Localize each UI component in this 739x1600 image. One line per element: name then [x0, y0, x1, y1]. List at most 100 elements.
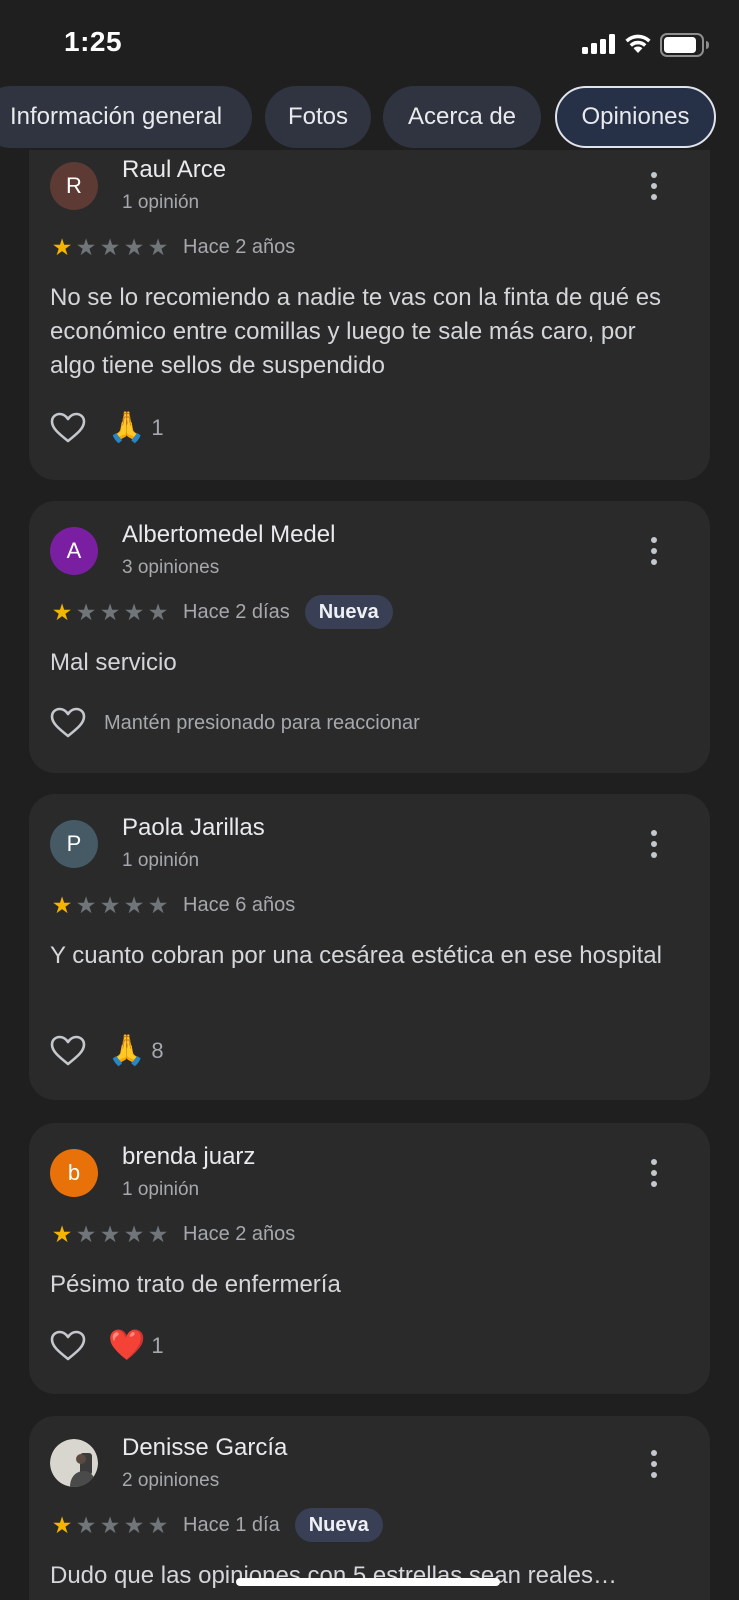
status-time: 1:25 — [64, 26, 123, 57]
star-empty-icon: ★ — [75, 1512, 97, 1538]
star-empty-icon: ★ — [147, 234, 169, 260]
star-empty-icon: ★ — [99, 599, 121, 625]
star-empty-icon: ★ — [75, 599, 97, 625]
reaction-hint: Mantén presionado para reaccionar — [104, 711, 420, 734]
star-filled-icon: ★ — [51, 1221, 73, 1247]
reviewer-review-count: 1 opinión — [122, 1179, 200, 1200]
dot-icon — [651, 1159, 657, 1165]
more-options-button[interactable] — [640, 531, 668, 571]
more-options-button[interactable] — [640, 1444, 668, 1484]
dot-icon — [651, 172, 657, 178]
reviewer-review-count: 2 opiniones — [122, 1470, 220, 1491]
dot-icon — [651, 194, 657, 200]
star-empty-icon: ★ — [147, 1512, 169, 1538]
star-filled-icon: ★ — [51, 599, 73, 625]
more-options-button[interactable] — [640, 824, 668, 864]
heart-outline-icon[interactable] — [50, 1330, 86, 1362]
reviewer-name[interactable]: Paola Jarillas — [122, 814, 265, 842]
dot-icon — [651, 1472, 657, 1478]
dot-icon — [651, 183, 657, 189]
review-text[interactable]: Y cuanto cobran por una cesárea estética… — [50, 939, 680, 973]
tab-fotos[interactable]: Fotos — [265, 86, 371, 148]
star-filled-icon: ★ — [51, 892, 73, 918]
avatar[interactable]: b — [50, 1149, 98, 1197]
status-bar: 1:25 — [0, 0, 739, 86]
dot-icon — [651, 1181, 657, 1187]
reviewer-name[interactable]: Raul Arce — [122, 156, 226, 184]
rating-row: ★ ★ ★ ★ ★ Hace 2 días Nueva — [50, 595, 393, 629]
tab-bar: Información general Fotos Acerca de Opin… — [0, 86, 739, 150]
new-badge: Nueva — [304, 595, 393, 629]
rating-row: ★ ★ ★ ★ ★ Hace 6 años — [50, 891, 296, 919]
dot-icon — [651, 841, 657, 847]
star-empty-icon: ★ — [123, 234, 145, 260]
reaction-row: 🙏 8 — [50, 1031, 164, 1071]
review-text[interactable]: No se lo recomiendo a nadie te vas con l… — [50, 281, 680, 383]
reviewer-review-count: 3 opiniones — [122, 557, 220, 578]
reaction-count: 1 — [151, 415, 164, 440]
review-text[interactable]: Pésimo trato de enfermería — [50, 1268, 680, 1302]
tab-opiniones[interactable]: Opiniones — [555, 86, 716, 148]
avatar[interactable]: A — [50, 527, 98, 575]
star-filled-icon: ★ — [51, 234, 73, 260]
review-time: Hace 2 años — [183, 235, 296, 258]
reaction-count: 8 — [151, 1038, 164, 1063]
heart-outline-icon[interactable] — [50, 1035, 86, 1067]
reaction-count: 1 — [151, 1333, 164, 1358]
star-empty-icon: ★ — [147, 1221, 169, 1247]
reviewer-review-count: 1 opinión — [122, 850, 200, 871]
star-empty-icon: ★ — [123, 1221, 145, 1247]
review-card: Denisse García 2 opiniones ★ ★ ★ ★ ★ Hac… — [29, 1416, 710, 1600]
reviewer-review-count: 1 opinión — [122, 192, 200, 213]
review-card: R Raul Arce 1 opinión ★ ★ ★ ★ ★ Hace 2 a… — [29, 150, 710, 480]
avatar[interactable]: P — [50, 820, 98, 868]
wifi-icon — [625, 34, 651, 53]
dot-icon — [651, 548, 657, 554]
star-empty-icon: ★ — [99, 1512, 121, 1538]
cellular-signal-icon — [582, 34, 615, 54]
review-text[interactable]: Dudo que las opiniones con 5 estrellas s… — [50, 1559, 680, 1593]
reviewer-name[interactable]: Denisse García — [122, 1434, 287, 1462]
review-card: b brenda juarz 1 opinión ★ ★ ★ ★ ★ Hace … — [29, 1123, 710, 1394]
review-time: Hace 2 años — [183, 1222, 296, 1245]
reaction-row: Mantén presionado para reaccionar — [50, 703, 420, 743]
reaction-row: ❤️ 1 — [50, 1326, 164, 1366]
home-indicator[interactable] — [236, 1578, 500, 1586]
review-card: A Albertomedel Medel 3 opiniones ★ ★ ★ ★… — [29, 501, 710, 773]
dot-icon — [651, 830, 657, 836]
rating-row: ★ ★ ★ ★ ★ Hace 2 años — [50, 233, 296, 261]
review-time: Hace 2 días — [183, 600, 290, 623]
heart-outline-icon[interactable] — [50, 707, 86, 739]
dot-icon — [651, 1450, 657, 1456]
rating-row: ★ ★ ★ ★ ★ Hace 1 día Nueva — [50, 1508, 383, 1542]
more-options-button[interactable] — [640, 1153, 668, 1193]
review-time: Hace 6 años — [183, 893, 296, 916]
reaction-row: 🙏 1 — [50, 408, 164, 448]
heart-outline-icon[interactable] — [50, 412, 86, 444]
star-filled-icon: ★ — [51, 1512, 73, 1538]
pray-emoji-icon[interactable]: 🙏 — [108, 1034, 145, 1068]
star-empty-icon: ★ — [75, 1221, 97, 1247]
dot-icon — [651, 537, 657, 543]
review-time: Hace 1 día — [183, 1513, 280, 1536]
pray-emoji-icon[interactable]: 🙏 — [108, 411, 145, 445]
tab-informacion-general[interactable]: Información general — [0, 86, 252, 148]
star-empty-icon: ★ — [75, 892, 97, 918]
reviewer-name[interactable]: brenda juarz — [122, 1143, 255, 1171]
new-badge: Nueva — [294, 1508, 383, 1542]
review-text[interactable]: Mal servicio — [50, 646, 680, 680]
dot-icon — [651, 1461, 657, 1467]
heart-emoji-icon[interactable]: ❤️ — [108, 1329, 145, 1363]
dot-icon — [651, 1170, 657, 1176]
star-empty-icon: ★ — [147, 599, 169, 625]
star-empty-icon: ★ — [147, 892, 169, 918]
more-options-button[interactable] — [640, 166, 668, 206]
battery-icon — [660, 33, 709, 57]
star-empty-icon: ★ — [123, 892, 145, 918]
star-empty-icon: ★ — [75, 234, 97, 260]
star-empty-icon: ★ — [99, 234, 121, 260]
avatar[interactable] — [50, 1439, 98, 1487]
reviewer-name[interactable]: Albertomedel Medel — [122, 521, 335, 549]
tab-acerca-de[interactable]: Acerca de — [383, 86, 541, 148]
avatar[interactable]: R — [50, 162, 98, 210]
